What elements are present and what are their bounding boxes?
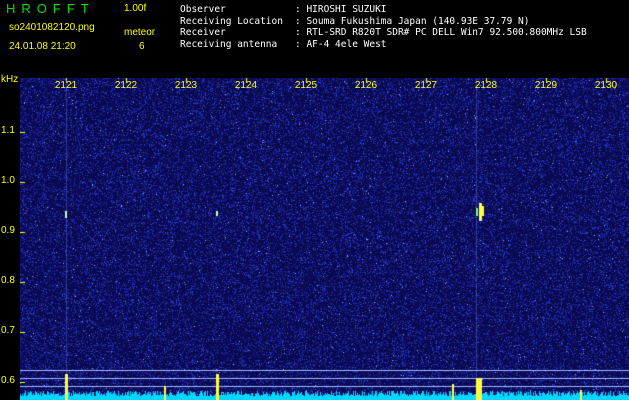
date-time: 24.01.08 21:20 <box>9 41 76 52</box>
y-tick-label: 0.6 <box>1 375 15 386</box>
x-tick-label: 2129 <box>534 80 558 91</box>
info-row-location: Receiving Location: Souma Fukushima Japa… <box>180 15 530 27</box>
x-tick-label: 2124 <box>234 80 258 91</box>
x-tick-label: 2122 <box>114 80 138 91</box>
station-info: Observer: HIROSHI SUZUKI Receiving Locat… <box>180 4 587 50</box>
version-label: 1.00f <box>124 3 147 14</box>
x-tick-label: 2121 <box>54 80 78 91</box>
mode-label: meteor <box>124 27 156 38</box>
x-tick-label: 2123 <box>174 80 198 91</box>
info-row-antenna: Receiving antenna: AF-4 4ele West <box>180 38 387 50</box>
info-row-observer: Observer: HIROSHI SUZUKI <box>180 4 387 15</box>
y-tick-label: 0.8 <box>1 275 15 286</box>
x-tick-label: 2128 <box>474 80 498 91</box>
app-title: HROFFT <box>6 1 95 16</box>
y-tick-label: 0.9 <box>1 225 15 236</box>
y-tick-label: 0.7 <box>1 325 15 336</box>
y-tick-label: 1.0 <box>1 175 15 186</box>
x-tick-label: 2127 <box>414 80 438 91</box>
y-axis-unit: kHz <box>1 74 19 85</box>
spectrogram-plot <box>20 78 629 400</box>
x-tick-label: 2125 <box>294 80 318 91</box>
file-name: so2401082120.png <box>9 22 95 33</box>
meteor-count: 6 <box>139 41 145 52</box>
spectrogram-canvas <box>20 78 629 400</box>
x-tick-label: 2126 <box>354 80 378 91</box>
header-panel: HROFFT 1.00f so2401082120.png meteor 24.… <box>0 0 629 74</box>
x-tick-label: 2130 <box>594 80 618 91</box>
y-tick-label: 1.1 <box>1 125 15 136</box>
info-row-receiver: Receiver: RTL-SRD R820T SDR# PC DELL Win… <box>180 27 587 39</box>
